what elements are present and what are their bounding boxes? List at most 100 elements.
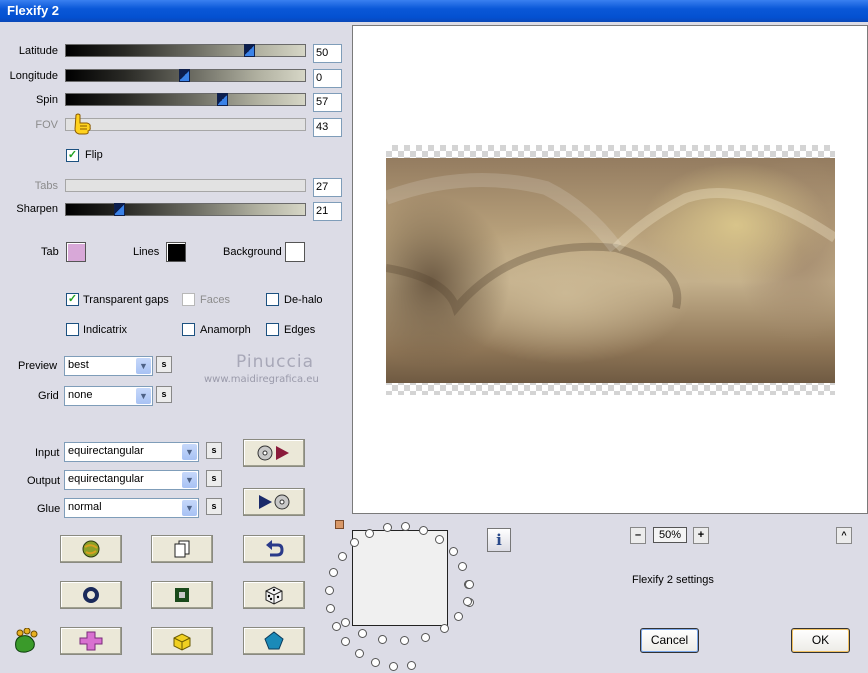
frog-paw-logo-icon — [15, 628, 38, 653]
lines-color-swatch[interactable] — [166, 242, 186, 262]
disc-to-play-button[interactable] — [243, 439, 305, 467]
dial-dot[interactable] — [454, 611, 464, 621]
dial-dot[interactable] — [378, 634, 388, 644]
undo-button[interactable] — [243, 535, 305, 563]
chevron-down-icon[interactable]: ▼ — [182, 472, 197, 488]
preview-distortion-overlay — [386, 173, 835, 316]
dial-dot[interactable] — [365, 528, 375, 538]
dial-dot[interactable] — [382, 523, 392, 533]
fov-value: 43 — [313, 118, 342, 137]
grid-s-button[interactable]: s — [156, 386, 172, 403]
play-disc-icon — [259, 494, 290, 510]
randomize-globe-button[interactable] — [60, 535, 122, 563]
square-icon — [175, 588, 189, 602]
dial-dot[interactable] — [371, 657, 381, 667]
output-s-button[interactable]: s — [206, 470, 222, 487]
chevron-down-icon[interactable]: ▼ — [136, 388, 151, 404]
grid-value: none — [68, 389, 93, 401]
dial-dot[interactable] — [326, 604, 336, 614]
watermark-name: Pinuccia — [236, 352, 314, 372]
de-halo-label: De-halo — [284, 294, 323, 306]
zoom-out-button[interactable]: – — [630, 527, 646, 544]
dial-dot[interactable] — [341, 617, 351, 627]
preview-canvas[interactable] — [352, 25, 868, 514]
grid-select[interactable]: none ▼ — [64, 386, 153, 406]
output-value: equirectangular — [68, 473, 144, 485]
dial-dot[interactable] — [341, 636, 351, 646]
navigator-thumbnail[interactable] — [352, 530, 448, 626]
pentagon-icon — [264, 631, 284, 650]
spin-slider[interactable] — [65, 93, 306, 106]
cancel-button[interactable]: Cancel — [640, 628, 699, 653]
play-to-disc-button[interactable] — [243, 488, 305, 516]
latitude-value[interactable]: 50 — [313, 44, 342, 63]
dial-dot[interactable] — [399, 636, 409, 646]
indicatrix-label: Indicatrix — [83, 324, 128, 336]
sharpen-value[interactable]: 21 — [313, 202, 342, 221]
info-icon: i — [496, 531, 502, 549]
flip-label: Flip — [85, 149, 103, 161]
preview-mode-value: best — [68, 359, 89, 371]
dial-dot[interactable] — [448, 547, 458, 556]
chevron-down-icon[interactable]: ▼ — [136, 358, 151, 374]
dial-dot[interactable] — [329, 568, 339, 578]
glue-select[interactable]: normal ▼ — [64, 498, 199, 518]
sharpen-slider[interactable] — [65, 203, 306, 216]
indicatrix-checkbox[interactable] — [66, 323, 79, 336]
transparent-gaps-checkbox[interactable]: ✓ — [66, 293, 79, 306]
dial-dot[interactable] — [407, 660, 417, 670]
anamorph-checkbox[interactable] — [182, 323, 195, 336]
dial-dot[interactable] — [439, 624, 449, 634]
tab-color-swatch[interactable] — [66, 242, 86, 262]
circle-shape-button[interactable] — [60, 581, 122, 609]
globe-icon — [82, 540, 100, 558]
de-halo-checkbox[interactable] — [266, 293, 279, 306]
glue-s-button[interactable]: s — [206, 498, 222, 515]
dial-dot[interactable] — [325, 585, 335, 595]
spin-slider-thumb[interactable] — [217, 93, 228, 106]
input-select[interactable]: equirectangular ▼ — [64, 442, 199, 462]
dial-dot[interactable] — [337, 551, 347, 561]
longitude-value[interactable]: 0 — [313, 69, 342, 88]
ring-icon — [83, 587, 99, 603]
square-shape-button[interactable] — [151, 581, 213, 609]
scroll-up-button[interactable]: ^ — [836, 527, 852, 544]
dial-dot[interactable] — [464, 580, 474, 590]
preview-mode-s-button[interactable]: s — [156, 356, 172, 373]
dial-dot[interactable] — [388, 661, 398, 671]
dial-dot[interactable] — [462, 596, 472, 606]
dial-dot[interactable] — [421, 632, 431, 642]
background-color-label: Background — [223, 246, 282, 258]
cube-shape-button[interactable] — [151, 627, 213, 655]
longitude-slider[interactable] — [65, 69, 306, 82]
chevron-down-icon[interactable]: ▼ — [182, 500, 197, 516]
dial-dot[interactable] — [357, 628, 367, 638]
zoom-in-button[interactable]: + — [693, 527, 709, 544]
preview-mode-select[interactable]: best ▼ — [64, 356, 153, 376]
dial-dot[interactable] — [435, 534, 445, 544]
ok-button[interactable]: OK — [791, 628, 850, 653]
output-select[interactable]: equirectangular ▼ — [64, 470, 199, 490]
background-color-swatch[interactable] — [285, 242, 305, 262]
dial-dot[interactable] — [354, 649, 364, 659]
edges-checkbox[interactable] — [266, 323, 279, 336]
random-dice-button[interactable] — [243, 581, 305, 609]
longitude-slider-thumb[interactable] — [179, 69, 190, 82]
input-s-button[interactable]: s — [206, 442, 222, 459]
latitude-slider-thumb[interactable] — [244, 44, 255, 57]
spin-value[interactable]: 57 — [313, 93, 342, 112]
dial-start-marker[interactable] — [335, 520, 344, 529]
pentagon-shape-button[interactable] — [243, 627, 305, 655]
latitude-slider[interactable] — [65, 44, 306, 57]
copy-button[interactable] — [151, 535, 213, 563]
edges-label: Edges — [284, 324, 316, 336]
dial-dot[interactable] — [458, 562, 468, 572]
info-button[interactable]: i — [487, 528, 511, 552]
chevron-down-icon[interactable]: ▼ — [182, 444, 197, 460]
dial-dot[interactable] — [331, 621, 341, 631]
sharpen-slider-thumb[interactable] — [114, 203, 125, 216]
input-label: Input — [35, 447, 60, 459]
cross-shape-button[interactable] — [60, 627, 122, 655]
dice-icon — [265, 586, 283, 605]
flip-checkbox[interactable]: ✓ — [66, 149, 79, 162]
